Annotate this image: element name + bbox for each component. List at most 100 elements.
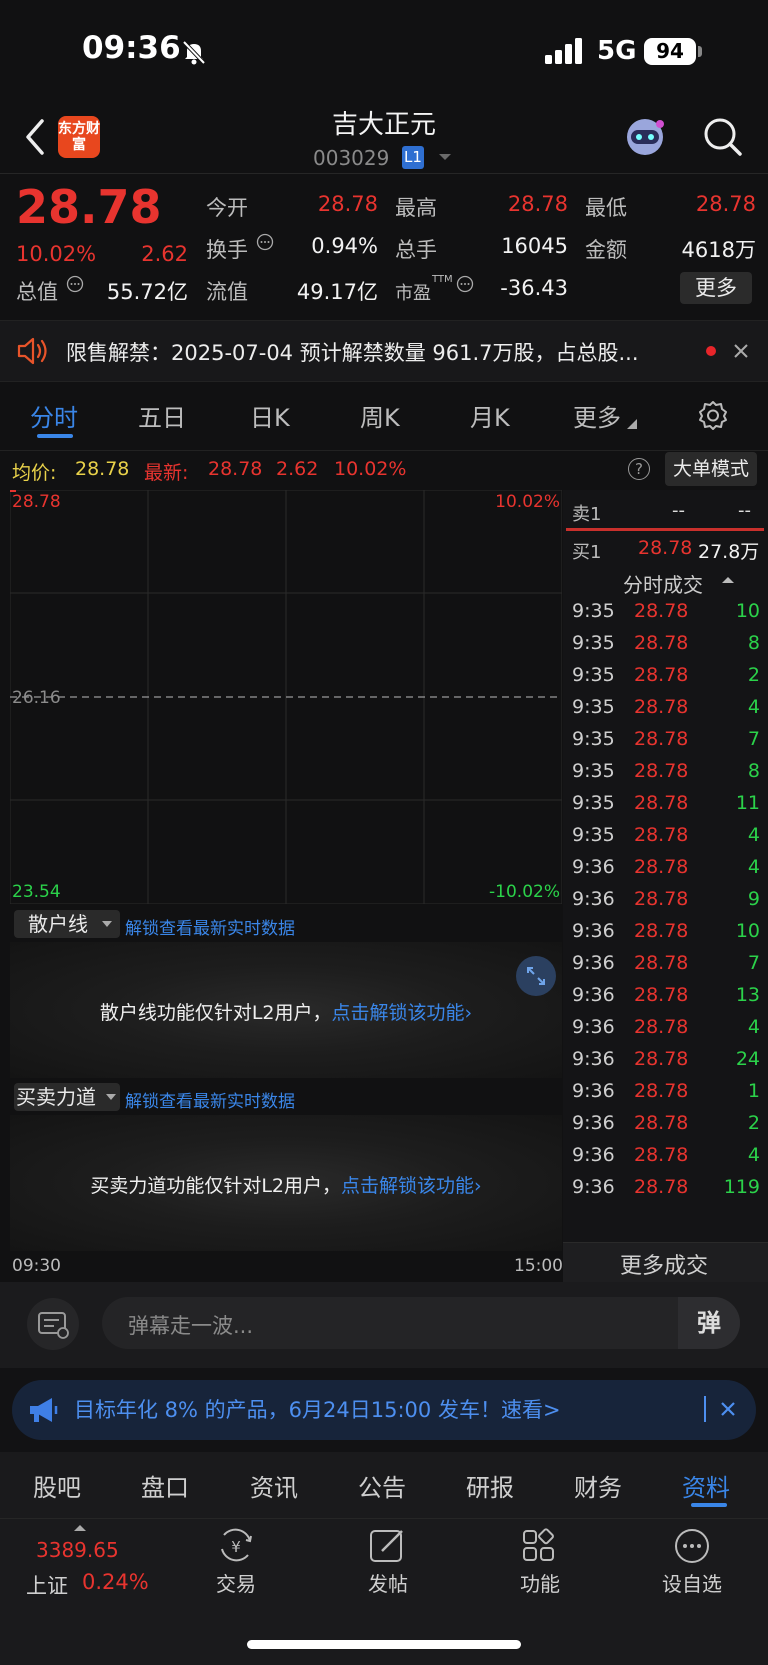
tick-price: 28.78 <box>634 1048 689 1070</box>
level-badge[interactable]: L1 <box>402 146 424 169</box>
mktcap-label: 总值 <box>16 280 58 304</box>
tick-price: 28.78 <box>634 1144 689 1166</box>
signal-icon <box>545 38 582 64</box>
index-value[interactable]: 3389.65 <box>36 1538 119 1562</box>
tab-announcements[interactable]: 公告 <box>358 1468 406 1503</box>
tab-research[interactable]: 研报 <box>466 1468 514 1503</box>
dropdown-caret-icon[interactable] <box>438 152 452 162</box>
post-edit-icon[interactable] <box>368 1527 408 1565</box>
chevron-right-icon: › <box>464 1002 473 1024</box>
tick-time: 9:35 <box>572 728 615 750</box>
tick-row: 9:35 28.78 11 <box>572 790 762 822</box>
sell1-price: -- <box>672 500 685 521</box>
info-dots-icon[interactable] <box>256 233 274 251</box>
index-percent[interactable]: 0.24% <box>82 1570 149 1594</box>
ticks-list[interactable]: 9:35 28.78 10 9:35 28.78 8 9:35 28.78 2 9:35 28.78… <box>572 598 762 1206</box>
tab-daily-k[interactable]: 日K <box>250 398 290 433</box>
promo-link[interactable]: 速看> <box>501 1398 561 1422</box>
nav-add-watchlist[interactable]: 设自选 <box>642 1568 742 1597</box>
pct-axis-top-label: 10.02% <box>495 492 560 512</box>
tick-volume: 2 <box>747 1112 760 1134</box>
tab-weekly-k[interactable]: 周K <box>360 398 400 433</box>
nav-functions[interactable]: 功能 <box>490 1568 590 1597</box>
tick-time: 9:36 <box>572 1176 615 1198</box>
tick-volume: 4 <box>747 1144 760 1166</box>
index-name[interactable]: 上证 <box>26 1570 68 1600</box>
retail-unlock-feature-link[interactable]: 点击解锁该功能 <box>332 1002 465 1024</box>
sort-up-icon[interactable] <box>722 576 734 584</box>
close-icon[interactable] <box>720 1401 736 1417</box>
tab-finance[interactable]: 财务 <box>574 1468 622 1503</box>
help-icon[interactable]: ? <box>628 458 650 480</box>
sell1-label: 卖1 <box>572 504 602 525</box>
functions-grid-icon[interactable] <box>520 1527 560 1565</box>
tick-time: 9:35 <box>572 824 615 846</box>
promo-text[interactable]: 目标年化 8% 的产品，6月24日15:00 发车！速看> <box>74 1394 561 1424</box>
turnover-label: 换手 <box>206 238 248 262</box>
notice-text[interactable]: 限售解禁：2025-07-04 预计解禁数量 961.7万股，占总股... <box>66 337 639 367</box>
tick-volume: 10 <box>735 600 760 622</box>
nav-post[interactable]: 发帖 <box>338 1568 438 1597</box>
settings-gear-icon[interactable] <box>697 399 729 431</box>
more-dots-icon[interactable] <box>672 1527 712 1565</box>
ticks-title[interactable]: 分时成交 <box>623 569 703 598</box>
status-time: 09:36 <box>82 30 181 66</box>
force-unlock-link[interactable]: 解锁查看最新实时数据 <box>125 1087 295 1112</box>
tick-row: 9:36 28.78 13 <box>572 982 762 1014</box>
tab-more[interactable]: 更多 <box>573 398 621 433</box>
tick-price: 28.78 <box>634 856 689 878</box>
open-value: 28.78 <box>317 192 378 216</box>
nav-trade[interactable]: 交易 <box>186 1568 286 1597</box>
danmu-send-button[interactable]: 弹 <box>678 1297 740 1349</box>
info-dots-icon[interactable] <box>66 275 84 293</box>
tick-price: 28.78 <box>634 984 689 1006</box>
tick-time: 9:36 <box>572 856 615 878</box>
tick-volume: 24 <box>735 1048 760 1070</box>
tick-price: 28.78 <box>634 600 689 622</box>
tick-price: 28.78 <box>634 920 689 942</box>
danmu-input[interactable]: 弹幕走一波... <box>102 1297 740 1349</box>
tick-price: 28.78 <box>634 760 689 782</box>
status-bar: 09:36 5G 94 <box>0 0 768 100</box>
tick-row: 9:35 28.78 2 <box>572 662 762 694</box>
danmu-placeholder: 弹幕走一波... <box>128 1314 254 1338</box>
up-caret-icon <box>74 1525 86 1531</box>
buy-sell-force-selector[interactable]: 买卖力道 <box>14 1083 120 1111</box>
tab-monthly-k[interactable]: 月K <box>470 398 510 433</box>
pe-label: 市盈 <box>395 283 431 304</box>
dropdown-caret-icon <box>102 921 112 927</box>
tab-profile[interactable]: 资料 <box>682 1468 730 1503</box>
buy1-volume: 27.8万 <box>698 541 760 563</box>
amount-label: 金额 <box>585 238 627 262</box>
info-dots-icon[interactable] <box>456 275 474 293</box>
tick-row: 9:36 28.78 24 <box>572 1046 762 1078</box>
robot-assistant-icon[interactable] <box>622 114 668 160</box>
more-button[interactable]: 更多 <box>680 272 752 304</box>
tick-price: 28.78 <box>634 1176 689 1198</box>
tab-intraday[interactable]: 分时 <box>30 398 78 433</box>
tab-guba[interactable]: 股吧 <box>33 1468 81 1503</box>
avg-label: 均价: <box>12 462 57 484</box>
latest-percent: 10.02% <box>334 458 407 480</box>
sell1-volume: -- <box>738 500 751 521</box>
intraday-chart[interactable] <box>10 490 562 904</box>
big-order-mode-button[interactable]: 大单模式 <box>665 452 757 486</box>
retail-unlock-link[interactable]: 解锁查看最新实时数据 <box>125 914 295 939</box>
danmu-settings-icon[interactable] <box>26 1297 80 1351</box>
expand-button[interactable] <box>516 956 556 996</box>
close-icon[interactable] <box>733 343 749 359</box>
search-icon[interactable] <box>702 116 744 158</box>
high-label: 最高 <box>395 196 437 220</box>
tick-time: 9:36 <box>572 1080 615 1102</box>
tick-volume: 1 <box>747 1080 760 1102</box>
tab-pankou[interactable]: 盘口 <box>141 1468 189 1503</box>
tab-five-day[interactable]: 五日 <box>138 398 186 433</box>
tick-time: 9:35 <box>572 600 615 622</box>
force-unlock-feature-link[interactable]: 点击解锁该功能 <box>341 1175 474 1197</box>
more-trades-button[interactable]: 更多成交 <box>620 1248 708 1280</box>
tick-price: 28.78 <box>634 1080 689 1102</box>
latest-value: 28.78 <box>208 458 263 480</box>
tab-news[interactable]: 资讯 <box>250 1468 298 1503</box>
trade-icon[interactable]: ¥ <box>216 1527 256 1565</box>
promo-divider <box>704 1396 706 1422</box>
